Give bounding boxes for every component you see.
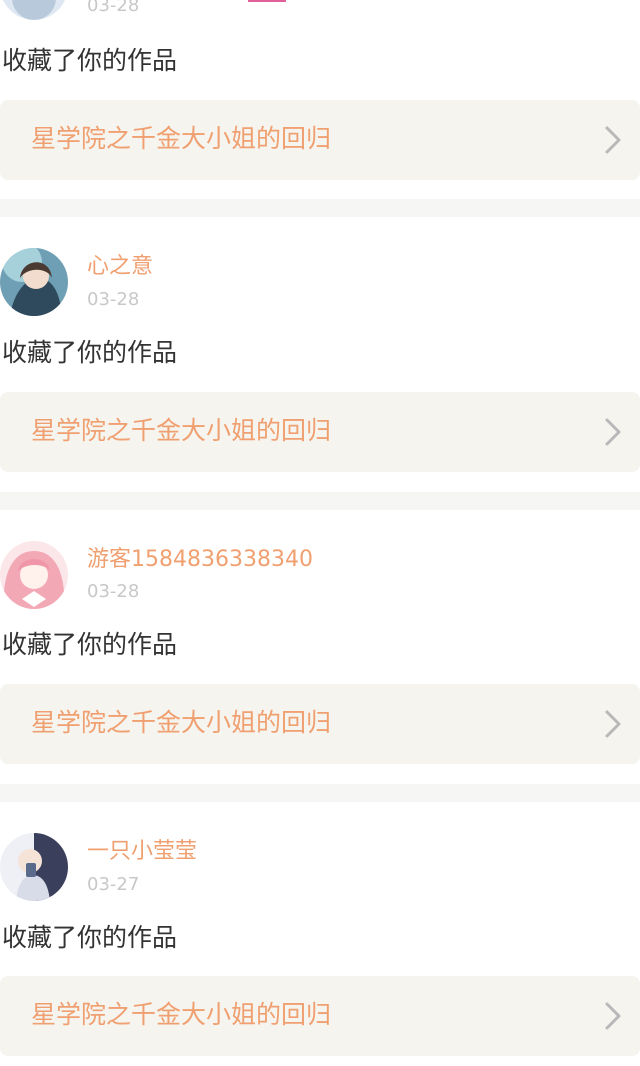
- item-date: 03-28: [87, 0, 140, 16]
- work-title: 星学院之千金大小姐的回归: [31, 124, 332, 153]
- user-avatar[interactable]: [0, 833, 68, 901]
- user-avatar[interactable]: [0, 248, 68, 316]
- user-avatar-icon: [0, 248, 68, 316]
- item-date: 03-28: [87, 289, 140, 310]
- item-date: 03-28: [87, 581, 140, 602]
- chevron-right-icon: [605, 710, 621, 738]
- work-link-card[interactable]: 星学院之千金大小姐的回归: [0, 100, 640, 180]
- user-name[interactable]: 游客1584836338340: [87, 546, 313, 574]
- badge-tag: [248, 0, 286, 2]
- user-avatar-icon: [0, 0, 68, 20]
- work-link-card[interactable]: 星学院之千金大小姐的回归: [0, 392, 640, 472]
- user-avatar[interactable]: [0, 541, 68, 609]
- action-text: 收藏了你的作品: [2, 923, 178, 952]
- chevron-right-icon: [605, 418, 621, 446]
- action-text: 收藏了你的作品: [2, 46, 178, 75]
- item-separator: [0, 784, 640, 802]
- user-avatar[interactable]: [0, 0, 68, 20]
- work-link-card[interactable]: 星学院之千金大小姐的回归: [0, 976, 640, 1056]
- user-avatar-icon: [0, 833, 68, 901]
- item-separator: [0, 492, 640, 510]
- chevron-right-icon: [605, 1002, 621, 1030]
- action-text: 收藏了你的作品: [2, 338, 178, 367]
- work-title: 星学院之千金大小姐的回归: [31, 1000, 332, 1029]
- work-title: 星学院之千金大小姐的回归: [31, 708, 332, 737]
- user-name[interactable]: 一只小莹莹: [87, 838, 197, 866]
- user-avatar-icon: [0, 541, 68, 609]
- user-name[interactable]: 心之意: [87, 253, 153, 281]
- work-title: 星学院之千金大小姐的回归: [31, 416, 332, 445]
- action-text: 收藏了你的作品: [2, 630, 178, 659]
- work-link-card[interactable]: 星学院之千金大小姐的回归: [0, 684, 640, 764]
- item-separator: [0, 199, 640, 217]
- item-date: 03-27: [87, 874, 140, 895]
- chevron-right-icon: [605, 126, 621, 154]
- notification-feed: 03-28 收藏了你的作品 星学院之千金大小姐的回归 心之意 03-28 收藏了…: [0, 0, 640, 1066]
